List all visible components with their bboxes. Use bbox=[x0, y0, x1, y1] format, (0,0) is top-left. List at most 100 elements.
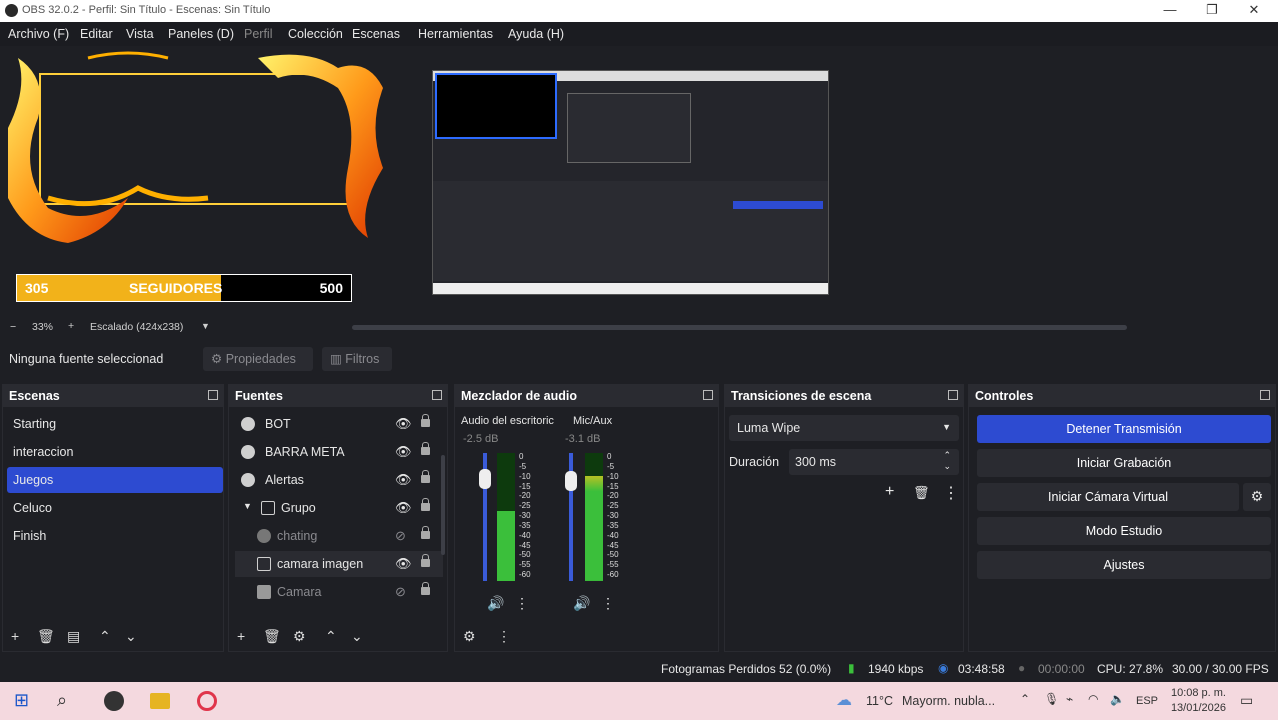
menu-editar[interactable]: Editar bbox=[80, 27, 113, 41]
volume-icon[interactable]: 🔈 bbox=[1110, 692, 1125, 706]
undock-icon[interactable] bbox=[432, 390, 442, 400]
scene-item[interactable]: Starting bbox=[7, 411, 223, 437]
remove-transition-icon[interactable]: 🗑 bbox=[913, 485, 930, 501]
source-item[interactable]: BOT 👁 bbox=[235, 411, 443, 437]
wifi-icon[interactable]: ◠ bbox=[1088, 692, 1098, 706]
source-item[interactable]: camara imagen 👁 bbox=[235, 551, 443, 577]
menu-escenas[interactable]: Escenas bbox=[352, 27, 400, 41]
sources-toolbar: + 🗑 ⚙ ⌃ ⌄ bbox=[229, 623, 447, 651]
move-up-icon[interactable]: ⌃ bbox=[99, 628, 111, 645]
source-item[interactable]: chating ⊘ bbox=[235, 523, 443, 549]
speaker-icon[interactable]: 🔊 bbox=[487, 595, 504, 612]
undock-icon[interactable] bbox=[208, 390, 218, 400]
clock-date[interactable]: 13/01/2026 bbox=[1168, 702, 1226, 714]
microphone-icon[interactable]: 🎙 bbox=[1044, 692, 1059, 706]
add-scene-icon[interactable]: + bbox=[11, 628, 19, 644]
eye-icon[interactable]: 👁 bbox=[395, 444, 412, 460]
kebab-menu-icon[interactable]: ⋮ bbox=[515, 595, 529, 612]
zoom-out-button[interactable]: − bbox=[10, 321, 16, 333]
move-down-icon[interactable]: ⌄ bbox=[125, 628, 137, 645]
network-icon[interactable]: ⌁ bbox=[1066, 692, 1073, 706]
kebab-menu-icon[interactable]: ⋮ bbox=[497, 628, 511, 645]
notifications-icon[interactable]: ▭ bbox=[1240, 692, 1253, 709]
chevron-up-icon[interactable]: ⌃ bbox=[943, 450, 951, 461]
speaker-icon[interactable]: 🔊 bbox=[573, 595, 590, 612]
start-recording-button[interactable]: Iniciar Grabación bbox=[977, 449, 1271, 477]
maximize-button[interactable]: ❐ bbox=[1202, 2, 1222, 20]
undock-icon[interactable] bbox=[703, 390, 713, 400]
stop-stream-button[interactable]: Detener Transmisión bbox=[977, 415, 1271, 443]
mixer-toolbar: ⚙ ⋮ bbox=[455, 623, 718, 651]
preview-canvas[interactable]: 305 SEGUIDORES 500 bbox=[0, 46, 1278, 318]
scene-item[interactable]: Juegos bbox=[7, 467, 223, 493]
source-properties-gear-icon[interactable]: ⚙ bbox=[293, 628, 306, 645]
eye-hidden-icon[interactable]: ⊘ bbox=[395, 528, 406, 544]
duration-spinbox[interactable]: 300 ms ⌃ ⌄ bbox=[789, 449, 959, 475]
lock-icon[interactable] bbox=[421, 414, 430, 427]
expand-chevron-icon[interactable]: ▼ bbox=[243, 501, 252, 511]
eye-hidden-icon[interactable]: ⊘ bbox=[395, 584, 406, 600]
windows-start-icon[interactable]: ⊞ bbox=[14, 690, 29, 711]
settings-button[interactable]: Ajustes bbox=[977, 551, 1271, 579]
lock-icon[interactable] bbox=[421, 582, 430, 595]
undock-icon[interactable] bbox=[1260, 390, 1270, 400]
search-icon[interactable]: ⌕ bbox=[57, 690, 67, 711]
properties-button[interactable]: ⚙ Propiedades bbox=[203, 347, 313, 371]
menu-coleccion[interactable]: Colección bbox=[288, 27, 343, 41]
source-item[interactable]: Camara ⊘ bbox=[235, 579, 443, 605]
eye-icon[interactable]: 👁 bbox=[395, 556, 412, 572]
preview-horizontal-scrollbar[interactable] bbox=[352, 325, 1127, 330]
studio-mode-button[interactable]: Modo Estudio bbox=[977, 517, 1271, 545]
add-source-icon[interactable]: + bbox=[237, 628, 245, 644]
move-up-icon[interactable]: ⌃ bbox=[325, 628, 337, 645]
menu-archivo[interactable]: Archivo (F) bbox=[8, 27, 69, 41]
add-transition-icon[interactable]: + bbox=[885, 483, 894, 501]
menu-vista[interactable]: Vista bbox=[126, 27, 154, 41]
eye-icon[interactable]: 👁 bbox=[395, 416, 412, 432]
obs-taskbar-icon[interactable] bbox=[104, 691, 124, 711]
volume-slider-handle[interactable] bbox=[565, 471, 577, 491]
kebab-menu-icon[interactable]: ⋮ bbox=[943, 483, 959, 503]
mixer-settings-icon[interactable]: ⚙ bbox=[463, 628, 476, 645]
start-virtual-camera-button[interactable]: Iniciar Cámara Virtual bbox=[977, 483, 1239, 511]
virtual-camera-gear-icon[interactable]: ⚙ bbox=[1243, 483, 1271, 511]
remove-source-icon[interactable]: 🗑 bbox=[263, 628, 281, 645]
menu-herramientas[interactable]: Herramientas bbox=[418, 27, 493, 41]
close-button[interactable]: ✕ bbox=[1244, 2, 1264, 20]
scene-item[interactable]: Celuco bbox=[7, 495, 223, 521]
eye-icon[interactable]: 👁 bbox=[395, 500, 412, 516]
scene-item[interactable]: Finish bbox=[7, 523, 223, 549]
lock-icon[interactable] bbox=[421, 470, 430, 483]
lock-icon[interactable] bbox=[421, 526, 430, 539]
move-down-icon[interactable]: ⌄ bbox=[351, 628, 363, 645]
lock-icon[interactable] bbox=[421, 442, 430, 455]
menu-ayuda[interactable]: Ayuda (H) bbox=[508, 27, 564, 41]
tray-chevron-up-icon[interactable]: ⌃ bbox=[1020, 692, 1030, 706]
sources-scrollbar[interactable] bbox=[441, 455, 445, 555]
source-item-group[interactable]: ▼ Grupo 👁 bbox=[235, 495, 443, 521]
minimize-button[interactable]: — bbox=[1160, 2, 1180, 20]
filters-button[interactable]: ▥ Filtros bbox=[322, 347, 392, 371]
kebab-menu-icon[interactable]: ⋮ bbox=[601, 595, 615, 612]
menu-perfil[interactable]: Perfil bbox=[244, 27, 272, 41]
chevron-down-icon[interactable]: ⌄ bbox=[943, 461, 951, 472]
remove-scene-icon[interactable]: 🗑 bbox=[37, 628, 55, 645]
undock-icon[interactable] bbox=[948, 390, 958, 400]
fire-frame-image bbox=[8, 51, 383, 243]
opera-icon[interactable] bbox=[197, 691, 217, 711]
zoom-in-button[interactable]: + bbox=[68, 320, 74, 332]
menu-paneles[interactable]: Paneles (D) bbox=[168, 27, 234, 41]
scaling-dropdown-icon[interactable]: ▼ bbox=[201, 321, 210, 331]
lock-icon[interactable] bbox=[421, 498, 430, 511]
source-item[interactable]: BARRA META 👁 bbox=[235, 439, 443, 465]
language-indicator[interactable]: ESP bbox=[1136, 695, 1158, 707]
file-explorer-icon[interactable] bbox=[150, 693, 170, 709]
eye-icon[interactable]: 👁 bbox=[395, 472, 412, 488]
volume-slider-handle[interactable] bbox=[479, 469, 491, 489]
source-item[interactable]: Alertas 👁 bbox=[235, 467, 443, 493]
scene-item[interactable]: interaccion bbox=[7, 439, 223, 465]
clock-time[interactable]: 10:08 p. m. bbox=[1168, 687, 1226, 699]
scene-filter-icon[interactable]: ▤ bbox=[67, 628, 80, 645]
transition-select[interactable]: Luma Wipe ▼ bbox=[729, 415, 959, 441]
lock-icon[interactable] bbox=[421, 554, 430, 567]
